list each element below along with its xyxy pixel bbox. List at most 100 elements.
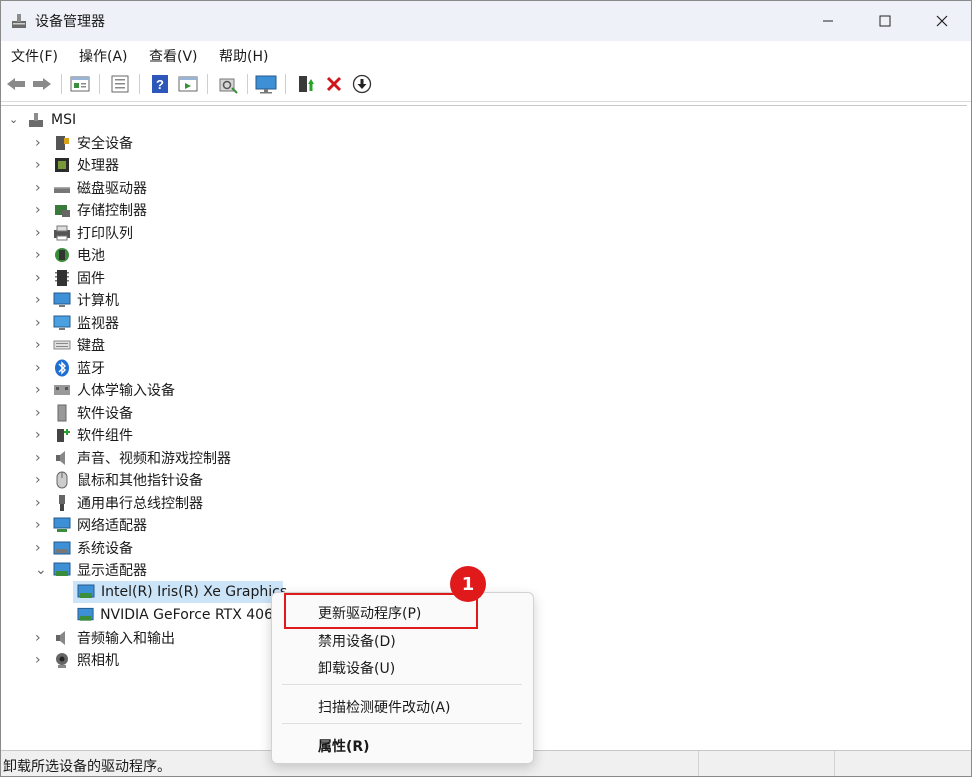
scan-button[interactable] — [217, 73, 239, 95]
tree-item-sound[interactable]: › 声音、视频和游戏控制器 — [35, 447, 231, 469]
tree-item-label: 安全设备 — [77, 136, 133, 152]
chevron-right-icon[interactable]: › — [35, 292, 45, 308]
tree-item-security[interactable]: › 安全设备 — [35, 132, 133, 154]
update-driver-button[interactable] — [295, 73, 317, 95]
chevron-right-icon[interactable]: › — [35, 360, 45, 376]
toolbar-separator — [247, 74, 248, 94]
status-divider — [834, 751, 835, 776]
battery-icon — [55, 248, 69, 262]
menu-item-disable-device[interactable]: 禁用设备(D) — [318, 631, 396, 651]
tree-item-hid[interactable]: › 人体学输入设备 — [35, 379, 175, 401]
tree-item-keyboard[interactable]: › 键盘 — [35, 334, 105, 356]
tree-item-audio-io[interactable]: › 音频输入和输出 — [35, 627, 175, 649]
menu-item-scan-hardware[interactable]: 扫描检测硬件改动(A) — [318, 697, 451, 717]
chevron-right-icon[interactable]: › — [35, 652, 45, 668]
menu-item-uninstall-device[interactable]: 卸载设备(U) — [318, 658, 395, 678]
tree-item-print-queue[interactable]: › 打印队列 — [35, 222, 133, 244]
annotation-step-badge: 1 — [450, 566, 486, 602]
chevron-right-icon[interactable]: › — [35, 247, 45, 263]
tree-item-usb[interactable]: › 通用串行总线控制器 — [35, 492, 203, 514]
chevron-right-icon[interactable]: › — [35, 517, 45, 533]
chevron-right-icon[interactable]: › — [35, 450, 45, 466]
tree-item-nvidia-graphics[interactable]: NVIDIA GeForce RTX 406 — [77, 604, 273, 626]
properties-button[interactable] — [69, 73, 91, 95]
tree-item-label: 处理器 — [77, 158, 119, 174]
tree-item-label: Intel(R) Iris(R) Xe Graphics — [101, 584, 288, 600]
uninstall-button[interactable] — [323, 73, 345, 95]
tree-item-software-component[interactable]: › 软件组件 — [35, 424, 133, 446]
status-divider — [698, 751, 699, 776]
tree-item-monitor[interactable]: › 监视器 — [35, 312, 119, 334]
annotation-highlight-box — [284, 593, 478, 629]
maximize-button[interactable] — [856, 1, 913, 41]
toolbar-separator — [285, 74, 286, 94]
tree-item-disk[interactable]: › 磁盘驱动器 — [35, 177, 147, 199]
chevron-right-icon[interactable]: › — [35, 427, 45, 443]
menu-action[interactable]: 操作(A) — [79, 46, 128, 66]
display-adapter-icon — [77, 607, 94, 621]
chevron-right-icon[interactable]: › — [35, 180, 45, 196]
view-icon — [178, 76, 198, 92]
system-device-icon — [53, 541, 71, 555]
chevron-right-icon[interactable]: › — [35, 337, 45, 353]
menu-file[interactable]: 文件(F) — [11, 46, 58, 66]
tree-item-label: 键盘 — [77, 338, 105, 354]
chevron-right-icon[interactable]: › — [35, 202, 45, 218]
back-button[interactable] — [5, 73, 27, 95]
back-icon — [7, 78, 25, 90]
forward-button[interactable] — [31, 73, 53, 95]
tree-item-label: 鼠标和其他指针设备 — [77, 473, 203, 489]
download-button[interactable] — [351, 73, 373, 95]
chevron-right-icon[interactable]: › — [35, 382, 45, 398]
tree-item-storage[interactable]: › 存储控制器 — [35, 199, 147, 221]
device-manager-icon — [12, 14, 26, 28]
tree-root[interactable]: ⌄ MSI — [9, 109, 76, 131]
storage-controller-icon — [55, 205, 70, 217]
tree-item-label: 网络适配器 — [77, 518, 147, 534]
chevron-right-icon[interactable]: › — [35, 157, 45, 173]
usb-icon — [59, 495, 65, 511]
monitor-button[interactable] — [255, 73, 277, 95]
tree-item-label: NVIDIA GeForce RTX 406 — [100, 607, 273, 623]
view-button[interactable] — [177, 73, 199, 95]
show-hidden-button[interactable] — [109, 73, 131, 95]
chevron-right-icon[interactable]: › — [35, 270, 45, 286]
tree-item-firmware[interactable]: › 固件 — [35, 267, 105, 289]
chevron-right-icon[interactable]: › — [35, 540, 45, 556]
tree-item-system[interactable]: › 系统设备 — [35, 537, 133, 559]
chevron-right-icon[interactable]: › — [35, 495, 45, 511]
tree-item-intel-graphics[interactable]: Intel(R) Iris(R) Xe Graphics — [77, 581, 287, 603]
chevron-down-icon[interactable]: ⌄ — [35, 562, 47, 578]
tree-item-display-adapter[interactable]: ⌄ 显示适配器 — [35, 559, 147, 581]
menu-help[interactable]: 帮助(H) — [219, 46, 268, 66]
chevron-right-icon[interactable]: › — [35, 225, 45, 241]
chevron-right-icon[interactable]: › — [35, 630, 45, 646]
tree-item-network[interactable]: › 网络适配器 — [35, 514, 147, 536]
tree-item-computer[interactable]: › 计算机 — [35, 289, 119, 311]
tree-item-software-device[interactable]: › 软件设备 — [35, 402, 133, 424]
tree-item-label: 存储控制器 — [77, 203, 147, 219]
chevron-right-icon[interactable]: › — [35, 135, 45, 151]
tree-item-mouse[interactable]: › 鼠标和其他指针设备 — [35, 469, 203, 491]
computer-root-icon — [29, 113, 43, 127]
chevron-right-icon[interactable]: › — [35, 405, 45, 421]
software-component-icon — [57, 429, 70, 442]
tree-item-processor[interactable]: › 处理器 — [35, 154, 119, 176]
tree-item-label: 电池 — [77, 248, 105, 264]
close-button[interactable] — [913, 1, 970, 41]
tree-item-bluetooth[interactable]: › 蓝牙 — [35, 357, 105, 379]
chevron-right-icon[interactable]: › — [35, 315, 45, 331]
uninstall-icon — [326, 76, 342, 92]
help-button[interactable]: ? — [149, 73, 171, 95]
tree-item-label: 磁盘驱动器 — [77, 181, 147, 197]
toolbar-separator — [99, 74, 100, 94]
chevron-down-icon[interactable]: ⌄ — [9, 114, 19, 125]
menu-item-properties[interactable]: 属性(R) — [318, 736, 370, 756]
minimize-button[interactable] — [799, 1, 856, 41]
tree-item-battery[interactable]: › 电池 — [35, 244, 105, 266]
tree-item-label: 软件组件 — [77, 428, 133, 444]
chevron-right-icon[interactable]: › — [35, 472, 45, 488]
speaker-icon — [56, 631, 65, 645]
menu-view[interactable]: 查看(V) — [149, 46, 198, 66]
tree-item-camera[interactable]: › 照相机 — [35, 649, 119, 671]
